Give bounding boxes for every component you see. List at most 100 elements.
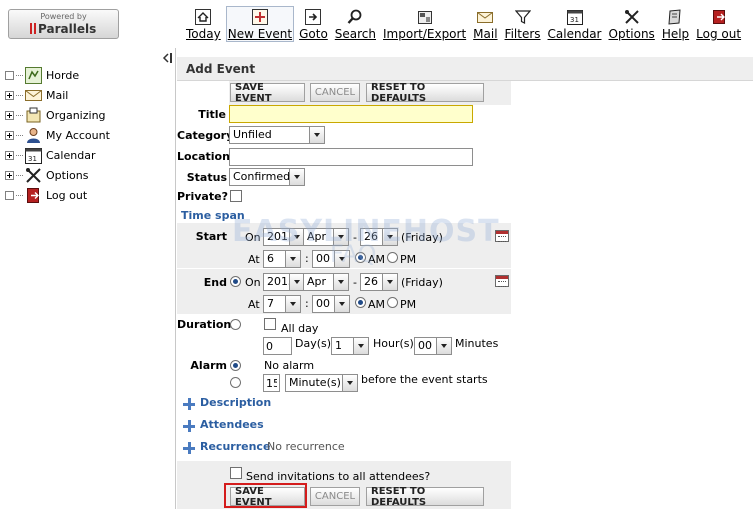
start-hour-select[interactable]: 6 — [263, 250, 301, 268]
description-section-link[interactable]: Description — [200, 396, 271, 409]
start-calendar-picker-icon[interactable] — [495, 230, 509, 242]
status-select[interactable]: Confirmed — [229, 168, 305, 186]
mail-icon — [477, 12, 494, 23]
chevron-down-icon — [342, 375, 357, 391]
sidebar-item-mail[interactable]: Mail — [5, 86, 68, 104]
sidebar-item-label: My Account — [46, 128, 110, 142]
toolbar-logout[interactable]: Log out — [694, 6, 743, 42]
start-at-label: At — [248, 253, 260, 266]
start-month-select[interactable]: Apr — [303, 228, 349, 246]
chevron-down-icon — [382, 229, 397, 245]
alarm-enable-radio[interactable] — [230, 377, 241, 388]
category-select[interactable]: Unfiled — [229, 126, 325, 144]
reset-defaults-button-bottom[interactable]: RESET TO DEFAULTS — [366, 486, 484, 508]
chevron-down-icon — [382, 274, 397, 290]
private-checkbox[interactable] — [230, 190, 242, 202]
end-hour-select[interactable]: 7 — [263, 295, 301, 313]
end-on-label: On — [245, 276, 261, 289]
duration-hours-label: Hour(s) — [373, 337, 414, 350]
expand-description-icon[interactable] — [183, 398, 195, 410]
end-radio[interactable] — [230, 276, 241, 287]
end-weekday: (Friday) — [401, 276, 443, 289]
cancel-button-bottom[interactable]: CANCEL — [310, 487, 360, 506]
toolbar-help[interactable]: Help — [660, 6, 691, 42]
expand-icon[interactable] — [5, 170, 14, 180]
parallels-logo[interactable]: Powered by Parallels — [8, 9, 119, 39]
duration-minutes-label: Minutes — [455, 337, 499, 350]
start-year-select[interactable]: 2013 — [263, 228, 305, 246]
duration-days-input[interactable] — [263, 337, 292, 355]
expand-icon[interactable] — [5, 110, 14, 120]
start-day-select[interactable]: 26 — [360, 228, 398, 246]
duration-minutes-select[interactable]: 00 — [414, 337, 452, 355]
start-am-radio[interactable] — [355, 252, 366, 263]
toolbar-new-event[interactable]: New Event — [225, 6, 295, 42]
form-header: Add Event — [177, 57, 753, 81]
end-am-radio[interactable] — [355, 297, 366, 308]
title-input[interactable] — [229, 105, 473, 123]
toolbar-options[interactable]: Options — [607, 6, 657, 42]
sidebar-item-my-account[interactable]: My Account — [5, 126, 110, 144]
sidebar-item-calendar[interactable]: 31 Calendar — [5, 146, 95, 164]
toolbar-mail[interactable]: Mail — [471, 6, 499, 42]
chevron-down-icon — [436, 338, 451, 354]
all-day-checkbox[interactable] — [264, 318, 276, 330]
end-day-select[interactable]: 26 — [360, 273, 398, 291]
search-icon — [347, 9, 362, 24]
location-input[interactable] — [229, 148, 473, 166]
all-day-label: All day — [281, 322, 319, 335]
sidebar-collapse-icon[interactable] — [162, 52, 174, 64]
sidebar-item-horde[interactable]: Horde — [5, 66, 79, 84]
alarm-unit-select[interactable]: Minute(s) — [285, 374, 358, 392]
chevron-down-icon — [334, 251, 349, 267]
start-month-value: Apr — [307, 230, 327, 243]
private-label: Private? — [177, 190, 228, 203]
chevron-down-icon — [289, 229, 304, 245]
import-export-icon — [417, 11, 432, 24]
sidebar-item-organizing[interactable]: Organizing — [5, 106, 106, 124]
chevron-down-icon — [289, 274, 304, 290]
send-invitations-checkbox[interactable] — [230, 467, 242, 479]
alarm-amount-input[interactable] — [263, 374, 280, 392]
highlight-frame — [224, 483, 307, 508]
end-month-select[interactable]: Apr — [303, 273, 349, 291]
expand-icon[interactable] — [5, 150, 14, 160]
expand-icon[interactable] — [5, 130, 14, 140]
alarm-unit-value: Minute(s) — [289, 376, 341, 389]
start-weekday: (Friday) — [401, 231, 443, 244]
duration-label: Duration — [177, 318, 232, 331]
expand-icon[interactable] — [5, 90, 14, 100]
no-alarm-radio[interactable] — [230, 360, 241, 371]
options-icon — [26, 167, 41, 183]
toolbar-today[interactable]: Today — [184, 6, 223, 42]
save-event-button-top[interactable]: SAVE EVENT — [230, 82, 305, 104]
cancel-button-top[interactable]: CANCEL — [310, 83, 360, 102]
sidebar-item-logout[interactable]: Log out — [5, 186, 87, 204]
expand-recurrence-icon[interactable] — [183, 442, 195, 454]
sidebar-item-options[interactable]: Options — [5, 166, 88, 184]
logout-icon — [712, 10, 725, 24]
end-pm-radio[interactable] — [387, 297, 398, 308]
chevron-down-icon — [333, 229, 348, 245]
end-year-select[interactable]: 2013 — [263, 273, 305, 291]
toolbar-import-export[interactable]: Import/Export — [381, 6, 468, 42]
toolbar-filters[interactable]: Filters — [503, 6, 543, 42]
end-label: End — [203, 276, 227, 289]
end-minute-select[interactable]: 00 — [312, 295, 350, 313]
recurrence-section-link[interactable]: Recurrence — [200, 440, 270, 453]
toolbar-goto[interactable]: Goto — [297, 6, 330, 42]
toolbar-calendar[interactable]: 31 Calendar — [546, 6, 604, 42]
home-icon — [195, 9, 212, 25]
duration-radio[interactable] — [230, 319, 241, 330]
expand-attendees-icon[interactable] — [183, 420, 195, 432]
chevron-down-icon — [309, 127, 324, 143]
alarm-suffix: before the event starts — [361, 373, 488, 386]
end-hour-value: 7 — [267, 297, 274, 310]
start-pm-radio[interactable] — [387, 252, 398, 263]
end-calendar-picker-icon[interactable] — [495, 275, 509, 287]
reset-defaults-button-top[interactable]: RESET TO DEFAULTS — [366, 82, 484, 104]
duration-hours-select[interactable]: 1 — [331, 337, 369, 355]
start-minute-select[interactable]: 00 — [312, 250, 350, 268]
toolbar-search[interactable]: Search — [333, 6, 378, 42]
attendees-section-link[interactable]: Attendees — [200, 418, 264, 431]
